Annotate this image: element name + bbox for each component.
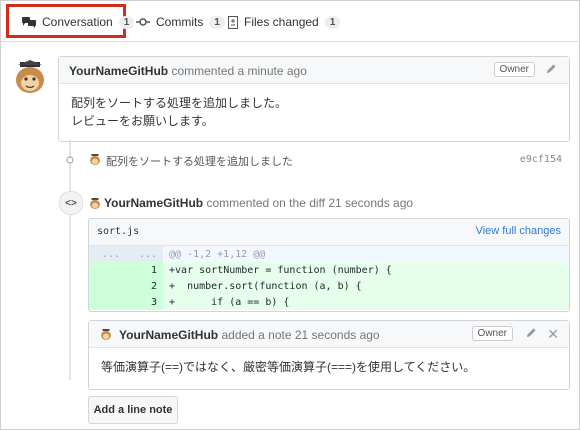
comment-header: YourNameGitHub commented a minute ago Ow…	[59, 57, 569, 84]
tab-conversation-label: Conversation	[42, 15, 113, 29]
diff-line[interactable]: 2 + number.sort(function (a, b) {	[89, 278, 569, 294]
diff-comment-author[interactable]: YourNameGitHub	[104, 196, 203, 210]
diff-code: +var sortNumber = function (number) {	[163, 262, 569, 278]
comment-line-1: 配列をソートする処理を追加しました。	[71, 96, 288, 110]
diff-code: + if (a == b) {	[163, 294, 569, 310]
note-author[interactable]: YourNameGitHub	[119, 328, 218, 342]
comment-author[interactable]: YourNameGitHub	[69, 64, 168, 78]
line-number-new: 1	[126, 262, 163, 278]
note-avatar	[99, 327, 113, 341]
pencil-icon[interactable]	[525, 327, 537, 339]
tab-commits-label: Commits	[156, 15, 204, 29]
diff-line[interactable]: 3 + if (a == b) {	[89, 294, 569, 310]
diff-code-text: number.sort(function (a, b) {	[175, 280, 362, 292]
note-body: 等価演算子(==)ではなく、厳密等価演算子(===)を使用してください。	[101, 360, 476, 374]
view-full-changes-link[interactable]: View full changes	[476, 225, 561, 237]
line-note-box: YourNameGitHub added a note 21 seconds a…	[88, 320, 570, 390]
owner-badge: Owner	[471, 326, 513, 341]
file-header: sort.js View full changes	[89, 219, 569, 246]
tab-conversation[interactable]: Conversation 1	[22, 12, 135, 32]
code-icon: <>	[59, 191, 83, 215]
diff-line[interactable]: 1 +var sortNumber = function (number) {	[89, 262, 569, 278]
line-number-new: 2	[126, 278, 163, 294]
diff-table: ... ... @@ -1,2 +1,12 @@ 1 +var sortNumb…	[89, 246, 569, 310]
tab-commits-count: 1	[209, 15, 225, 29]
diff-code-text: if (a == b) {	[175, 296, 290, 308]
tab-files-changed-count: 1	[324, 15, 341, 29]
commit-icon	[136, 18, 150, 26]
commit-icon	[66, 156, 74, 164]
comment-box: YourNameGitHub commented a minute ago Ow…	[58, 56, 570, 142]
comment-meta: commented a minute ago	[171, 64, 307, 78]
file-diff-icon	[228, 15, 238, 29]
tab-files-changed-label: Files changed	[244, 15, 319, 29]
line-number-old	[89, 262, 126, 278]
commit-avatar	[88, 152, 102, 166]
add-line-note-button[interactable]: Add a line note	[88, 396, 178, 424]
comment-body: 配列をソートする処理を追加しました。 レビューをお願いします。	[59, 84, 569, 140]
diff-comment-byline: YourNameGitHub commented on the diff 21 …	[104, 196, 413, 210]
avatar[interactable]	[10, 56, 50, 96]
line-number-old	[89, 294, 126, 310]
note-meta: added a note 21 seconds ago	[221, 328, 380, 342]
diff-comment-avatar	[88, 196, 102, 210]
conversation-icon	[22, 17, 36, 28]
owner-badge: Owner	[493, 62, 535, 77]
diff-file-box: sort.js View full changes ... ... @@ -1,…	[88, 218, 570, 312]
comment-byline: YourNameGitHub commented a minute ago	[69, 64, 307, 78]
tab-conversation-count: 1	[118, 15, 135, 29]
timeline-line	[69, 140, 71, 380]
comment-line-2: レビューをお願いします。	[71, 114, 214, 128]
close-icon[interactable]: ✕	[547, 326, 559, 343]
note-header: YourNameGitHub added a note 21 seconds a…	[89, 321, 569, 348]
file-name: sort.js	[97, 226, 140, 237]
commit-message[interactable]: 配列をソートする処理を追加しました	[106, 153, 293, 169]
line-number-new: ...	[126, 246, 163, 262]
hunk-row: ... ... @@ -1,2 +1,12 @@	[89, 246, 569, 262]
diff-code-text: var sortNumber = function (number) {	[175, 264, 392, 276]
hunk-header: @@ -1,2 +1,12 @@	[163, 246, 569, 262]
tab-files-changed[interactable]: Files changed 1	[228, 12, 341, 32]
line-number-old: ...	[89, 246, 126, 262]
diff-code: + number.sort(function (a, b) {	[163, 278, 569, 294]
commit-sha[interactable]: e9cf154	[520, 154, 562, 165]
line-number-new: 3	[126, 294, 163, 310]
diff-comment-meta: commented on the diff 21 seconds ago	[206, 196, 414, 210]
pencil-icon[interactable]	[545, 63, 557, 75]
commit-row: 配列をソートする処理を追加しました e9cf154	[66, 152, 566, 168]
pr-tabs: Conversation 1 Commits 1 Files changed 1	[0, 0, 580, 42]
note-byline: YourNameGitHub added a note 21 seconds a…	[119, 328, 380, 342]
line-number-old	[89, 278, 126, 294]
tab-commits[interactable]: Commits 1	[136, 12, 225, 32]
